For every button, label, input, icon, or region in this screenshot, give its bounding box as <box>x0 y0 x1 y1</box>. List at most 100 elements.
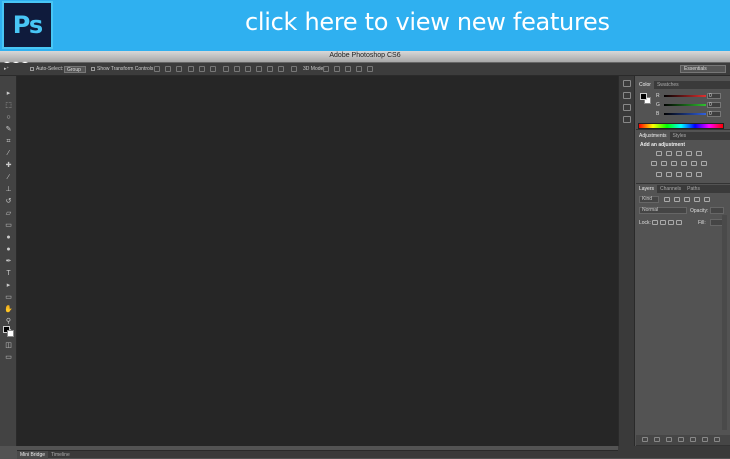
distribute-hcenter-icon[interactable] <box>267 66 273 72</box>
opacity-field[interactable] <box>710 207 724 214</box>
tab-paths[interactable]: Paths <box>684 185 703 193</box>
quick-select-tool-icon[interactable]: ✎ <box>4 126 13 133</box>
layer-style-icon[interactable] <box>654 437 660 442</box>
character-panel-icon[interactable] <box>623 116 631 123</box>
blue-value-field[interactable]: 0 <box>707 111 721 117</box>
tab-layers[interactable]: Layers <box>636 185 658 193</box>
3d-slide-icon[interactable] <box>356 66 362 72</box>
zoom-tool-icon[interactable]: ⚲ <box>4 318 13 325</box>
vibrance-icon[interactable] <box>696 151 702 156</box>
green-value-field[interactable]: 0 <box>707 102 721 108</box>
add-mask-icon[interactable] <box>666 437 672 442</box>
clone-stamp-tool-icon[interactable]: ⊥ <box>4 186 13 193</box>
3d-roll-icon[interactable] <box>334 66 340 72</box>
view-new-features-link[interactable]: click here to view new features <box>245 8 610 36</box>
red-slider[interactable] <box>664 95 706 97</box>
hue-saturation-icon[interactable] <box>651 161 657 166</box>
filter-smart-object-icon[interactable] <box>704 197 710 202</box>
lock-position-icon[interactable] <box>668 220 674 225</box>
link-layers-icon[interactable] <box>642 437 648 442</box>
selective-color-icon[interactable] <box>696 172 702 177</box>
red-value-field[interactable]: 0 <box>707 93 721 99</box>
3d-rotate-icon[interactable] <box>323 66 329 72</box>
auto-select-dropdown[interactable]: Group <box>64 66 86 73</box>
brush-panel-icon[interactable] <box>623 104 631 111</box>
filter-type-icon[interactable] <box>684 197 690 202</box>
screen-mode-icon[interactable]: ▭ <box>4 354 13 361</box>
tab-styles[interactable]: Styles <box>670 132 690 140</box>
lasso-tool-icon[interactable]: ○ <box>4 114 13 121</box>
history-brush-tool-icon[interactable]: ↺ <box>4 198 13 205</box>
align-right-icon[interactable] <box>210 66 216 72</box>
background-color-swatch[interactable] <box>7 330 14 337</box>
black-white-icon[interactable] <box>671 161 677 166</box>
type-tool-icon[interactable]: T <box>4 270 13 277</box>
color-spectrum-ramp[interactable] <box>638 123 724 129</box>
distribute-top-icon[interactable] <box>223 66 229 72</box>
distribute-right-icon[interactable] <box>278 66 284 72</box>
align-top-icon[interactable] <box>154 66 160 72</box>
distribute-bottom-icon[interactable] <box>245 66 251 72</box>
hand-tool-icon[interactable]: ✋ <box>4 306 13 313</box>
document-canvas-area[interactable] <box>17 76 618 446</box>
new-group-icon[interactable] <box>690 437 696 442</box>
move-tool-icon[interactable]: ▸⁺ <box>4 66 9 72</box>
lock-image-icon[interactable] <box>660 220 666 225</box>
distribute-left-icon[interactable] <box>256 66 262 72</box>
crop-tool-icon[interactable]: ⌗ <box>4 138 13 145</box>
align-bottom-icon[interactable] <box>176 66 182 72</box>
delete-layer-icon[interactable] <box>714 437 720 442</box>
new-adjustment-icon[interactable] <box>678 437 684 442</box>
tab-channels[interactable]: Channels <box>657 185 684 193</box>
show-transform-checkbox[interactable]: Show Transform Controls <box>91 66 153 72</box>
align-vcenter-icon[interactable] <box>165 66 171 72</box>
tab-adjustments[interactable]: Adjustments <box>636 132 670 140</box>
distribute-vcenter-icon[interactable] <box>234 66 240 72</box>
tab-swatches[interactable]: Swatches <box>654 81 682 89</box>
layer-kind-filter[interactable]: Kind <box>639 196 659 203</box>
green-slider[interactable] <box>664 104 706 106</box>
filter-shape-icon[interactable] <box>694 197 700 202</box>
marquee-tool-icon[interactable]: ⬚ <box>4 102 13 109</box>
blend-mode-dropdown[interactable]: Normal <box>639 207 687 214</box>
photo-filter-icon[interactable] <box>681 161 687 166</box>
dodge-tool-icon[interactable]: ● <box>4 246 13 253</box>
filter-pixel-icon[interactable] <box>664 197 670 202</box>
levels-icon[interactable] <box>666 151 672 156</box>
invert-icon[interactable] <box>656 172 662 177</box>
move-tool-icon[interactable]: ▸ <box>4 90 13 97</box>
blue-slider[interactable] <box>664 113 706 115</box>
channel-mixer-icon[interactable] <box>691 161 697 166</box>
gradient-tool-icon[interactable]: ▭ <box>4 222 13 229</box>
history-panel-icon[interactable] <box>623 80 631 87</box>
lock-transparency-icon[interactable] <box>652 220 658 225</box>
3d-pan-icon[interactable] <box>345 66 351 72</box>
exposure-icon[interactable] <box>686 151 692 156</box>
shape-tool-icon[interactable]: ▭ <box>4 294 13 301</box>
layers-scrollbar[interactable] <box>722 215 727 430</box>
auto-align-icon[interactable] <box>291 66 297 72</box>
lock-all-icon[interactable] <box>676 220 682 225</box>
properties-panel-icon[interactable] <box>623 92 631 99</box>
promo-banner[interactable]: Ps click here to view new features <box>0 0 730 51</box>
quick-mask-icon[interactable]: ◫ <box>4 342 13 349</box>
eraser-tool-icon[interactable]: ▱ <box>4 210 13 217</box>
path-select-tool-icon[interactable]: ▸ <box>4 282 13 289</box>
posterize-icon[interactable] <box>666 172 672 177</box>
foreground-color-swatch[interactable] <box>640 93 647 100</box>
workspace-switcher[interactable]: Essentials <box>680 65 726 73</box>
color-balance-icon[interactable] <box>661 161 667 166</box>
auto-select-checkbox[interactable]: Auto-Select: <box>30 66 63 72</box>
align-left-icon[interactable] <box>188 66 194 72</box>
blur-tool-icon[interactable]: ● <box>4 234 13 241</box>
align-hcenter-icon[interactable] <box>199 66 205 72</box>
brightness-contrast-icon[interactable] <box>656 151 662 156</box>
new-layer-icon[interactable] <box>702 437 708 442</box>
pen-tool-icon[interactable]: ✒ <box>4 258 13 265</box>
gradient-map-icon[interactable] <box>686 172 692 177</box>
tab-color[interactable]: Color <box>636 81 654 89</box>
healing-brush-tool-icon[interactable]: ✚ <box>4 162 13 169</box>
brush-tool-icon[interactable]: ∕ <box>4 174 13 181</box>
filter-adjustment-icon[interactable] <box>674 197 680 202</box>
threshold-icon[interactable] <box>676 172 682 177</box>
